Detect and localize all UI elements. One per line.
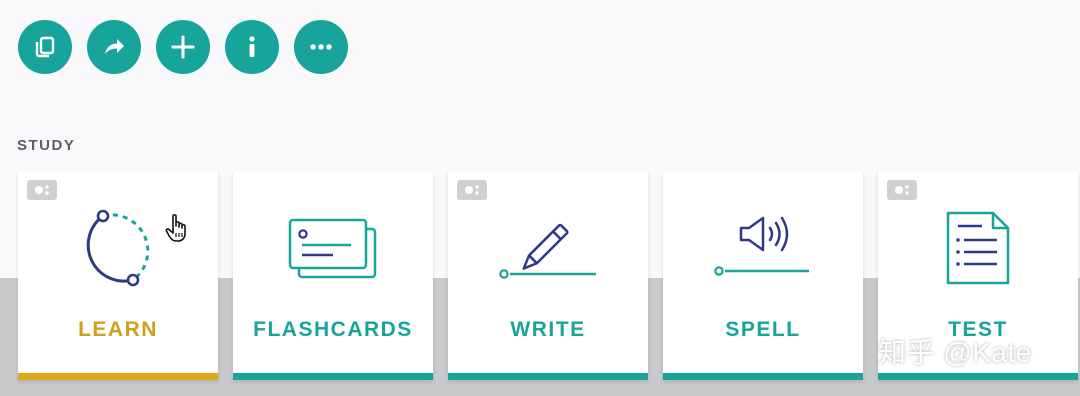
write-label: WRITE [510, 318, 586, 341]
test-document-icon [946, 211, 1010, 285]
watermark: 知乎 @Kate [878, 337, 1032, 368]
spell-accent-bar [663, 373, 863, 380]
study-section-label: STUDY [17, 137, 76, 154]
pencil-icon [499, 223, 596, 279]
learn-card[interactable]: LEARN [18, 171, 218, 380]
spell-card[interactable]: SPELL [663, 171, 863, 380]
flashcards-label: FLASHCARDS [253, 318, 413, 341]
more-button[interactable] [294, 20, 348, 74]
spell-label: SPELL [725, 318, 801, 341]
add-button[interactable] [156, 20, 210, 74]
write-card[interactable]: WRITE [448, 171, 648, 380]
copy-button[interactable] [18, 20, 72, 74]
toolbar [18, 20, 348, 74]
speaker-icon [714, 216, 809, 276]
hand-cursor-icon [165, 214, 186, 242]
copy-icon [35, 36, 55, 58]
plus-icon [171, 35, 195, 59]
share-button[interactable] [87, 20, 141, 74]
learn-label: LEARN [78, 318, 158, 341]
badge-icon [27, 180, 57, 200]
more-icon [310, 44, 332, 50]
flashcards-accent-bar [233, 373, 433, 380]
flashcards-icon [288, 218, 377, 279]
test-accent-bar [878, 373, 1078, 380]
info-button[interactable] [225, 20, 279, 74]
learn-accent-bar [18, 373, 218, 380]
write-accent-bar [448, 373, 648, 380]
flashcards-card[interactable]: FLASHCARDS [233, 171, 433, 380]
share-icon [105, 39, 124, 54]
info-icon [249, 36, 255, 57]
badge-icon [887, 180, 917, 200]
badge-icon [457, 180, 487, 200]
